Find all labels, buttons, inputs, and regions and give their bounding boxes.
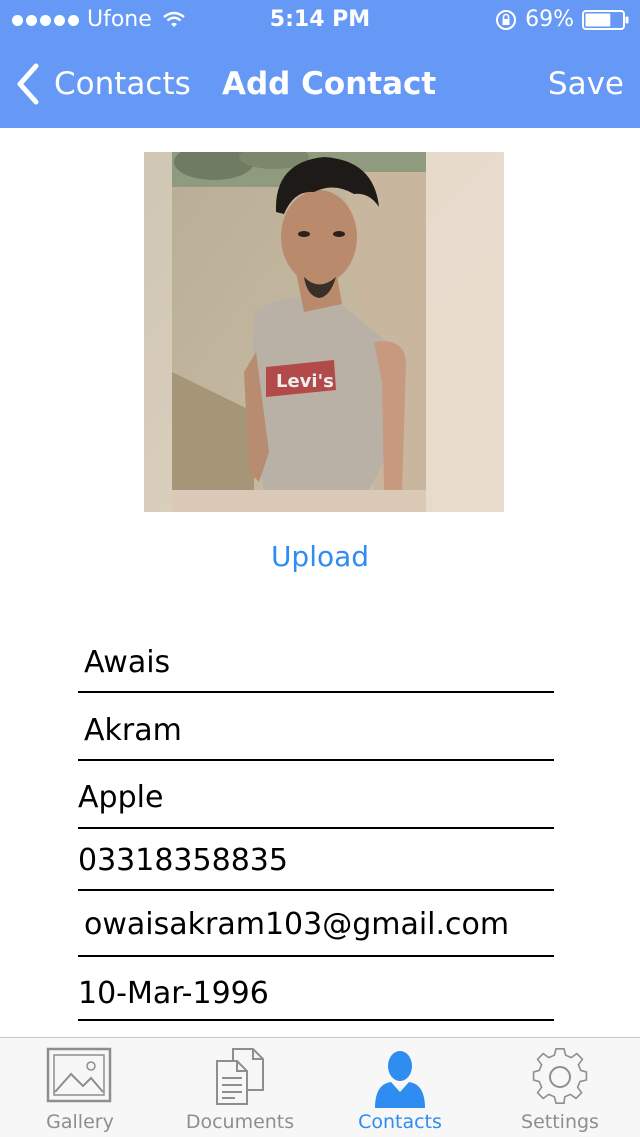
tab-gallery[interactable]: Gallery [0,1038,160,1137]
nav-bar: Contacts Add Contact Save [0,40,640,128]
gallery-icon [46,1047,112,1103]
orientation-lock-icon [496,10,517,30]
tab-label: Documents [185,1111,295,1133]
company-field[interactable]: Apple [78,778,554,829]
contact-photo: Levi's [144,152,504,512]
tab-label: Contacts [358,1111,442,1133]
tab-bar: Gallery Documents Contacts Settings [0,1037,640,1137]
back-label: Contacts [54,66,191,102]
battery-percent: 69% [525,7,574,32]
tab-label: Settings [521,1111,599,1133]
status-bar: Ufone 5:14 PM 69% [0,0,640,40]
chevron-left-icon [17,63,39,105]
upload-button[interactable]: Upload [0,540,640,573]
email-field[interactable]: owaisakram103@gmail.com [78,905,554,957]
settings-icon [532,1047,588,1105]
tab-settings[interactable]: Settings [480,1038,640,1137]
first-name-field[interactable]: Awais [78,643,554,693]
last-name-field[interactable]: Akram [78,711,554,761]
tab-label: Gallery [46,1111,114,1133]
tab-documents[interactable]: Documents [160,1038,320,1137]
contacts-icon [375,1051,425,1108]
save-button[interactable]: Save [548,40,624,128]
birthday-field[interactable]: 10-Mar-1996 [78,974,554,1021]
header: Ufone 5:14 PM 69% Contacts Add Contact S… [0,0,640,128]
back-button[interactable]: Contacts [14,40,191,128]
battery-icon [582,10,629,30]
phone-field[interactable]: 03318358835 [78,841,554,891]
status-right: 69% [495,0,630,40]
tab-contacts[interactable]: Contacts [320,1038,480,1137]
documents-icon [216,1048,264,1105]
shirt-logo-text: Levi's [276,371,334,392]
contact-photo-image: Levi's [144,152,504,512]
page-title: Add Contact [222,66,437,102]
